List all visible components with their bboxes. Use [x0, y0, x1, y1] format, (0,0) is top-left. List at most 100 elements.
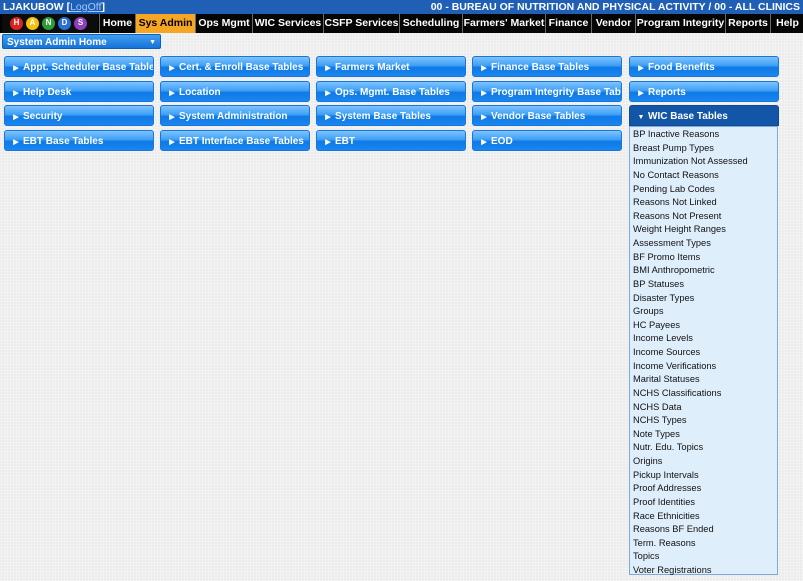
nav-reports[interactable]: Reports — [725, 14, 770, 33]
dropdown-item[interactable]: HC Payees — [630, 319, 777, 333]
menu-cert-enroll-base-tables[interactable]: ▶ Cert. & Enroll Base Tables — [160, 56, 310, 77]
dropdown-item[interactable]: Voter Registrations — [630, 564, 777, 578]
dropdown-item[interactable]: No Contact Reasons — [630, 169, 777, 183]
dropdown-item[interactable]: Proof Addresses — [630, 482, 777, 496]
section-selector-value: System Admin Home — [7, 37, 107, 48]
menu-ebt-interface-base-tables[interactable]: ▶ EBT Interface Base Tables — [160, 130, 310, 151]
dropdown-item[interactable]: BMI Anthropometric — [630, 264, 777, 278]
dropdown-item[interactable]: Immunization Not Assessed — [630, 155, 777, 169]
dropdown-item[interactable]: Income Sources — [630, 346, 777, 360]
menu-reports[interactable]: ▶ Reports — [629, 81, 779, 102]
dropdown-item[interactable]: Term. Reasons — [630, 537, 777, 551]
menu-security[interactable]: ▶ Security — [4, 105, 154, 126]
arrow-right-icon: ▶ — [325, 114, 331, 121]
arrow-right-icon: ▶ — [169, 90, 175, 97]
menu-label: Ops. Mgmt. Base Tables — [335, 87, 450, 98]
dropdown-item[interactable]: Disaster Types — [630, 292, 777, 306]
dropdown-item[interactable]: Topics — [630, 550, 777, 564]
menu-food-benefits[interactable]: ▶ Food Benefits — [629, 56, 779, 77]
menu-ops-mgmt-base-tables[interactable]: ▶ Ops. Mgmt. Base Tables — [316, 81, 466, 102]
menu-label: Location — [179, 87, 221, 98]
menu-ebt[interactable]: ▶ EBT — [316, 130, 466, 151]
nav-program-integrity[interactable]: Program Integrity — [635, 14, 725, 33]
logout-link[interactable]: LogOff — [70, 1, 101, 13]
dropdown-item[interactable]: NCHS Classifications — [630, 387, 777, 401]
dropdown-item[interactable]: NCHS Data — [630, 401, 777, 415]
dropdown-item[interactable]: Pending Lab Codes — [630, 183, 777, 197]
menu-label: EBT Base Tables — [23, 136, 104, 147]
dropdown-item[interactable]: Pickup Intervals — [630, 469, 777, 483]
arrow-right-icon: ▶ — [481, 65, 487, 72]
wic-base-tables-dropdown: BP Inactive Reasons Breast Pump Types Im… — [629, 126, 778, 575]
nav-sys-admin[interactable]: Sys Admin — [135, 14, 195, 33]
nav-csfp-services[interactable]: CSFP Services — [323, 14, 399, 33]
dropdown-item[interactable]: Income Levels — [630, 332, 777, 346]
user-info: LJAKUBOW [LogOff] — [3, 0, 105, 14]
menu-finance-base-tables[interactable]: ▶ Finance Base Tables — [472, 56, 622, 77]
arrow-right-icon: ▶ — [169, 114, 175, 121]
dropdown-item[interactable]: Proof Identities — [630, 496, 777, 510]
dropdown-item[interactable]: Reasons Not Present — [630, 210, 777, 224]
menu-eod[interactable]: ▶ EOD — [472, 130, 622, 151]
logo-letter: N — [45, 18, 52, 27]
dropdown-item[interactable]: Nutr. Edu. Topics — [630, 441, 777, 455]
menu-wic-base-tables[interactable]: ▼ WIC Base Tables — [629, 105, 779, 126]
dropdown-item[interactable]: BF Promo Items — [630, 251, 777, 265]
arrow-right-icon: ▶ — [325, 65, 331, 72]
nav-ops-mgmt[interactable]: Ops Mgmt — [195, 14, 252, 33]
menu-label: Appt. Scheduler Base Tables — [23, 62, 154, 73]
dropdown-item[interactable]: Note Types — [630, 428, 777, 442]
menu-system-administration[interactable]: ▶ System Administration — [160, 105, 310, 126]
dropdown-item[interactable]: NCHS Types — [630, 414, 777, 428]
menu-ebt-base-tables[interactable]: ▶ EBT Base Tables — [4, 130, 154, 151]
arrow-right-icon: ▶ — [169, 65, 175, 72]
menu-farmers-market[interactable]: ▶ Farmers Market — [316, 56, 466, 77]
dropdown-item[interactable]: Reasons Not Linked — [630, 196, 777, 210]
dropdown-item[interactable]: Race Ethnicities — [630, 510, 777, 524]
nav-wic-services[interactable]: WIC Services — [252, 14, 323, 33]
menu-label: EBT Interface Base Tables — [179, 136, 304, 147]
nav-scheduling[interactable]: Scheduling — [399, 14, 462, 33]
arrow-right-icon: ▶ — [13, 114, 19, 121]
nav-help[interactable]: Help — [770, 14, 803, 33]
arrow-right-icon: ▶ — [325, 139, 331, 146]
hands-logo[interactable]: H A N D S — [2, 14, 98, 33]
menu-label: Program Integrity Base Tables — [491, 87, 622, 98]
chevron-down-icon: ▼ — [149, 39, 156, 46]
menu-label: EOD — [491, 136, 513, 147]
section-selector[interactable]: System Admin Home ▼ — [2, 34, 161, 49]
menu-vendor-base-tables[interactable]: ▶ Vendor Base Tables — [472, 105, 622, 126]
menu-location[interactable]: ▶ Location — [160, 81, 310, 102]
nav-farmers-market[interactable]: Farmers' Market — [462, 14, 545, 33]
dropdown-item[interactable]: Breast Pump Types — [630, 142, 777, 156]
dropdown-item[interactable]: BP Statuses — [630, 278, 777, 292]
dropdown-item[interactable]: Income Verifications — [630, 360, 777, 374]
arrow-right-icon: ▶ — [325, 90, 331, 97]
dropdown-item[interactable]: Weight Height Ranges — [630, 223, 777, 237]
menu-label: System Base Tables — [335, 111, 431, 122]
dropdown-item[interactable]: Marital Statuses — [630, 373, 777, 387]
dropdown-item[interactable]: Origins — [630, 455, 777, 469]
arrow-right-icon: ▶ — [638, 65, 644, 72]
nav-vendor[interactable]: Vendor — [591, 14, 635, 33]
dropdown-item[interactable]: BP Inactive Reasons — [630, 128, 777, 142]
main-nav-bar: H A N D S Home Sys Admin Ops Mgmt WIC Se… — [0, 14, 803, 33]
dropdown-item[interactable]: Reasons BF Ended — [630, 523, 777, 537]
logo-letter: D — [61, 18, 68, 27]
menu-program-integrity-base-tables[interactable]: ▶ Program Integrity Base Tables — [472, 81, 622, 102]
nav-finance[interactable]: Finance — [545, 14, 591, 33]
logo-letter: S — [77, 18, 84, 27]
menu-help-desk[interactable]: ▶ Help Desk — [4, 81, 154, 102]
menu-system-base-tables[interactable]: ▶ System Base Tables — [316, 105, 466, 126]
dropdown-item[interactable]: Assessment Types — [630, 237, 777, 251]
nav-home[interactable]: Home — [99, 14, 135, 33]
arrow-right-icon: ▶ — [13, 90, 19, 97]
arrow-right-icon: ▶ — [13, 65, 19, 72]
arrow-right-icon: ▶ — [169, 139, 175, 146]
arrow-right-icon: ▶ — [481, 90, 487, 97]
dropdown-item[interactable]: Groups — [630, 305, 777, 319]
menu-appt-scheduler-base-tables[interactable]: ▶ Appt. Scheduler Base Tables — [4, 56, 154, 77]
menu-label: Farmers Market — [335, 62, 410, 73]
menu-label: Security — [23, 111, 63, 122]
logo-letter: H — [13, 18, 20, 27]
